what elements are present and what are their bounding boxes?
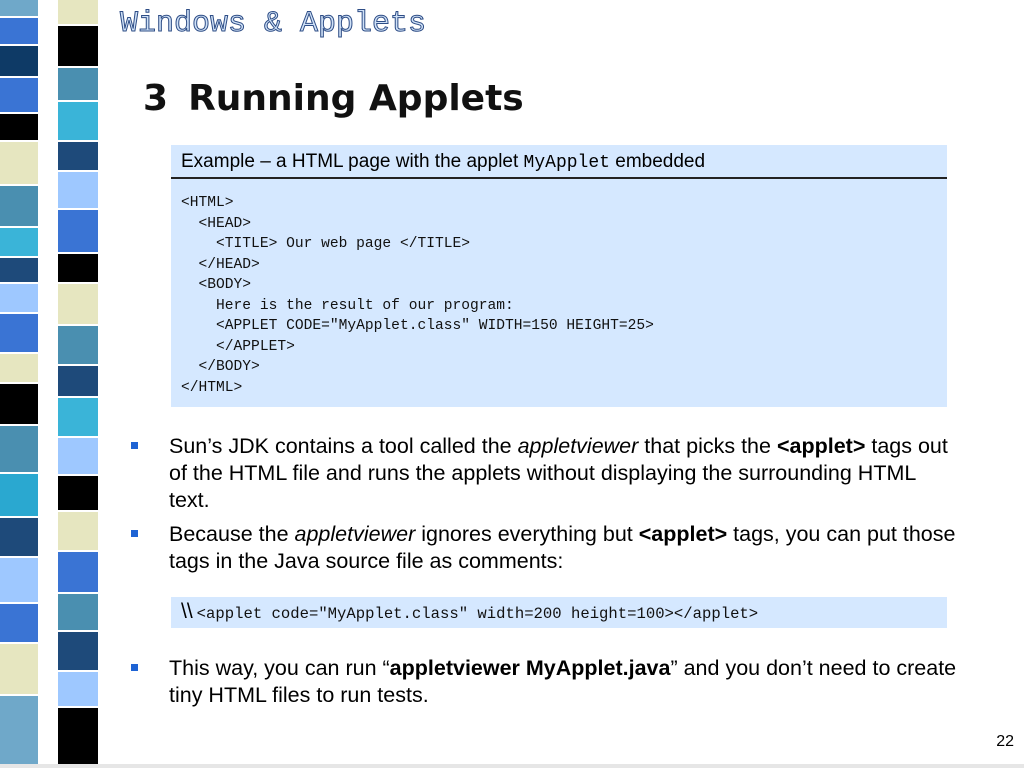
strip-block (58, 68, 98, 102)
strip-block (58, 102, 98, 142)
bullet-text-bold: appletviewer MyApplet.java (389, 656, 671, 680)
strip-block (0, 78, 38, 114)
strip-block (58, 326, 98, 366)
strip-block (58, 398, 98, 438)
slide: Windows & Applets 3 Running Applets Examp… (0, 0, 1024, 768)
strip-block (0, 384, 38, 426)
example-caption-suffix: embedded (609, 151, 706, 172)
strip-block (58, 594, 98, 632)
strip-block (0, 18, 38, 46)
right-decorative-strip (58, 0, 98, 768)
bullet-marker-icon (131, 442, 138, 449)
strip-block (58, 512, 98, 552)
strip-block (0, 558, 38, 604)
bullet-text-part: that picks the (638, 434, 777, 458)
strip-block (58, 210, 98, 254)
strip-block (0, 186, 38, 228)
slide-title: 3 Running Applets (143, 75, 524, 123)
strip-block (0, 284, 38, 314)
strip-block (58, 172, 98, 210)
strip-block (0, 142, 38, 186)
strip-block (58, 476, 98, 512)
strip-block (0, 314, 38, 354)
bullet-text-part: Sun’s JDK contains a tool called the (169, 434, 518, 458)
strip-block (58, 366, 98, 398)
bullet-text: Because the appletviewer ignores everyth… (169, 521, 959, 575)
strip-block (0, 604, 38, 644)
section-title: Windows & Applets (119, 7, 427, 42)
bullet-text-italic: appletviewer (294, 522, 416, 546)
example-box: Example – a HTML page with the applet My… (171, 145, 947, 407)
comment-prefix: \\ (181, 600, 193, 623)
slide-title-number: 3 (143, 78, 169, 119)
strip-block (0, 696, 38, 768)
strip-block (58, 254, 98, 284)
strip-block (58, 632, 98, 672)
example-caption-code: MyApplet (523, 153, 610, 173)
comment-code: <applet code="MyApplet.class" width=200 … (196, 605, 759, 623)
strip-block (0, 644, 38, 696)
strip-block (0, 46, 38, 78)
strip-block (0, 474, 38, 518)
bullet-text: Sun’s JDK contains a tool called the app… (169, 433, 959, 514)
bullet-marker-icon (131, 530, 138, 537)
strip-block (0, 114, 38, 142)
strip-block (0, 0, 38, 18)
example-caption: Example – a HTML page with the applet My… (171, 145, 947, 179)
footer-line (0, 764, 1024, 768)
comment-code-box: \\ <applet code="MyApplet.class" width=20… (171, 597, 947, 628)
bullet-text-part: Because the (169, 522, 295, 546)
example-caption-prefix: Example – a HTML page with the applet (181, 151, 524, 172)
strip-block (0, 518, 38, 558)
bullet-text-bold: <applet> (638, 522, 728, 546)
strip-block (58, 284, 98, 326)
left-decorative-strip (0, 0, 38, 768)
strip-block (58, 708, 98, 768)
bullet-text-part: This way, you can run “ (169, 656, 390, 680)
strip-block (0, 354, 38, 384)
strip-block (58, 672, 98, 708)
bullet-marker-icon (131, 664, 138, 671)
bullet-text-italic: appletviewer (517, 434, 639, 458)
strip-block (0, 258, 38, 284)
strip-block (58, 142, 98, 172)
bullet-text-part: ignores everything but (415, 522, 639, 546)
bullet-text-bold: <applet> (776, 434, 866, 458)
strip-block (58, 552, 98, 594)
strip-block (58, 26, 98, 68)
page-number: 22 (996, 733, 1014, 750)
bullet-text: This way, you can run “appletviewer MyAp… (169, 655, 959, 709)
strip-block (0, 426, 38, 474)
slide-title-text: Running Applets (188, 78, 524, 119)
strip-block (58, 438, 98, 476)
html-code-block: <HTML> <HEAD> <TITLE> Our web page </TIT… (181, 195, 654, 396)
strip-block (58, 0, 98, 26)
strip-block (0, 228, 38, 258)
